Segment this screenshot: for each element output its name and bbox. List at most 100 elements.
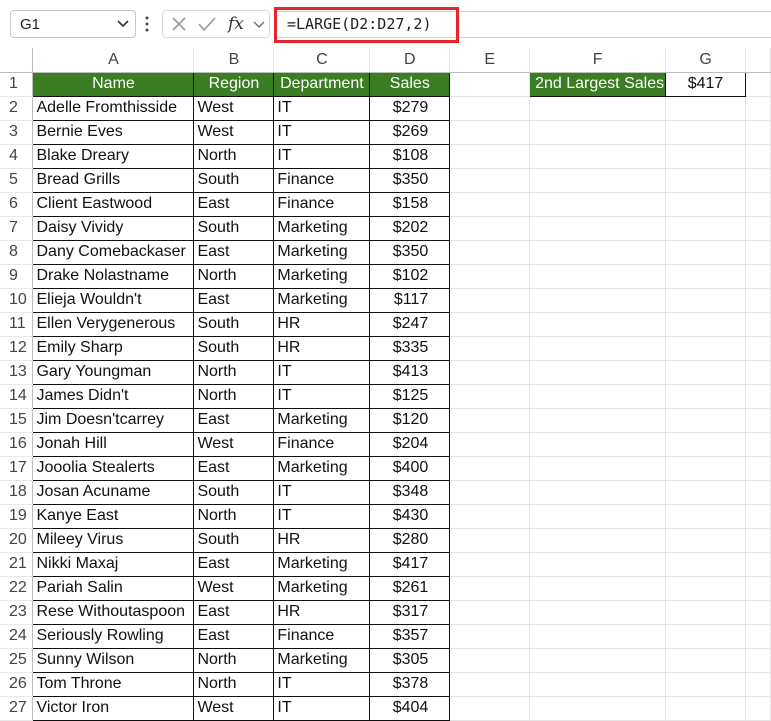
- row-header[interactable]: 21: [0, 552, 34, 577]
- cell[interactable]: [449, 240, 531, 265]
- department-cell[interactable]: Marketing: [273, 407, 371, 433]
- sales-cell[interactable]: $158: [369, 191, 451, 217]
- name-cell[interactable]: Nikki Maxaj: [32, 551, 195, 577]
- row-header[interactable]: 1: [0, 72, 34, 97]
- cell[interactable]: [745, 384, 771, 409]
- cell[interactable]: [449, 456, 531, 481]
- region-cell[interactable]: North: [193, 503, 275, 529]
- name-cell[interactable]: Client Eastwood: [32, 191, 195, 217]
- name-cell[interactable]: Kanye East: [32, 503, 195, 529]
- sales-cell[interactable]: $247: [369, 311, 451, 337]
- cell[interactable]: [529, 288, 667, 313]
- column-header-f[interactable]: F: [529, 48, 667, 73]
- cell[interactable]: [665, 552, 746, 577]
- cell[interactable]: [665, 504, 746, 529]
- cell[interactable]: [449, 576, 531, 601]
- cell[interactable]: [665, 312, 746, 337]
- sales-cell[interactable]: $125: [369, 383, 451, 409]
- cell[interactable]: [745, 624, 771, 649]
- cell[interactable]: [529, 144, 667, 169]
- cell[interactable]: [665, 288, 746, 313]
- cell[interactable]: [745, 360, 771, 385]
- department-cell[interactable]: IT: [273, 479, 371, 505]
- row-header[interactable]: 14: [0, 384, 34, 409]
- cell[interactable]: [529, 120, 667, 145]
- region-cell[interactable]: East: [193, 407, 275, 433]
- name-cell[interactable]: Blake Dreary: [32, 143, 195, 169]
- department-cell[interactable]: Marketing: [273, 551, 371, 577]
- cell[interactable]: [665, 216, 746, 241]
- cell[interactable]: [449, 648, 531, 673]
- column-header-b[interactable]: B: [193, 48, 275, 73]
- header-cell-name[interactable]: Name: [32, 71, 195, 97]
- row-header[interactable]: 7: [0, 216, 34, 241]
- cell[interactable]: [529, 504, 667, 529]
- cell[interactable]: [745, 696, 771, 721]
- header-cell-department[interactable]: Department: [273, 71, 371, 97]
- name-cell[interactable]: Bernie Eves: [32, 119, 195, 145]
- row-header[interactable]: 16: [0, 432, 34, 457]
- department-cell[interactable]: Finance: [273, 167, 371, 193]
- department-cell[interactable]: Marketing: [273, 575, 371, 601]
- department-cell[interactable]: HR: [273, 599, 371, 625]
- cell[interactable]: [665, 696, 746, 721]
- row-header[interactable]: 13: [0, 360, 34, 385]
- cell[interactable]: [745, 96, 771, 121]
- cell[interactable]: [449, 144, 531, 169]
- region-cell[interactable]: North: [193, 143, 275, 169]
- department-cell[interactable]: Marketing: [273, 239, 371, 265]
- name-cell[interactable]: Dany Comebackaser: [32, 239, 195, 265]
- region-cell[interactable]: East: [193, 287, 275, 313]
- cell[interactable]: [665, 192, 746, 217]
- department-cell[interactable]: IT: [273, 383, 371, 409]
- row-header[interactable]: 5: [0, 168, 34, 193]
- department-cell[interactable]: HR: [273, 527, 371, 553]
- cell[interactable]: [529, 240, 667, 265]
- cell[interactable]: [745, 168, 771, 193]
- cell[interactable]: [449, 192, 531, 217]
- cell[interactable]: [529, 480, 667, 505]
- cell[interactable]: [449, 600, 531, 625]
- cell[interactable]: [529, 528, 667, 553]
- region-cell[interactable]: South: [193, 527, 275, 553]
- row-header[interactable]: 19: [0, 504, 34, 529]
- region-cell[interactable]: North: [193, 359, 275, 385]
- region-cell[interactable]: North: [193, 647, 275, 673]
- cell[interactable]: [449, 360, 531, 385]
- result-value-cell[interactable]: $417: [665, 71, 746, 97]
- cell[interactable]: [745, 264, 771, 289]
- cell[interactable]: [665, 528, 746, 553]
- name-cell[interactable]: Mileey Virus: [32, 527, 195, 553]
- cell[interactable]: [745, 456, 771, 481]
- row-header[interactable]: 8: [0, 240, 34, 265]
- department-cell[interactable]: IT: [273, 95, 371, 121]
- name-cell[interactable]: Emily Sharp: [32, 335, 195, 361]
- header-cell-sales[interactable]: Sales: [369, 71, 451, 97]
- column-header-d[interactable]: D: [369, 48, 451, 73]
- name-cell[interactable]: Jonah Hill: [32, 431, 195, 457]
- cell[interactable]: [529, 96, 667, 121]
- region-cell[interactable]: North: [193, 263, 275, 289]
- department-cell[interactable]: IT: [273, 359, 371, 385]
- cell[interactable]: [665, 624, 746, 649]
- cell[interactable]: [745, 288, 771, 313]
- region-cell[interactable]: North: [193, 671, 275, 697]
- cell[interactable]: [449, 288, 531, 313]
- cell[interactable]: [665, 672, 746, 697]
- region-cell[interactable]: West: [193, 431, 275, 457]
- name-cell[interactable]: James Didn't: [32, 383, 195, 409]
- cell[interactable]: [529, 312, 667, 337]
- sales-cell[interactable]: $378: [369, 671, 451, 697]
- column-header-a[interactable]: A: [32, 48, 195, 73]
- chevron-down-icon[interactable]: [253, 20, 265, 29]
- row-header[interactable]: 2: [0, 96, 34, 121]
- name-cell[interactable]: Drake Nolastname: [32, 263, 195, 289]
- cell[interactable]: [665, 480, 746, 505]
- name-cell[interactable]: Elieja Wouldn't: [32, 287, 195, 313]
- cell[interactable]: [745, 528, 771, 553]
- cell[interactable]: [449, 552, 531, 577]
- region-cell[interactable]: West: [193, 695, 275, 721]
- cell[interactable]: [665, 576, 746, 601]
- cell[interactable]: [529, 648, 667, 673]
- sales-cell[interactable]: $102: [369, 263, 451, 289]
